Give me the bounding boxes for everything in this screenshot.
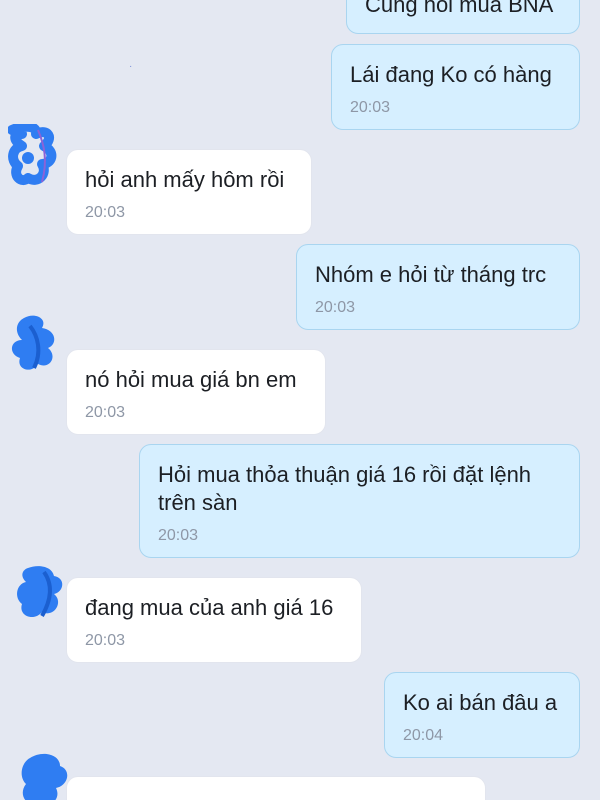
message-timestamp: 20:03: [350, 99, 391, 116]
message-bubble-outgoing[interactable]: Ko ai bán đâu a 20:04: [384, 672, 580, 758]
message-text: hỏi anh mấy hôm rồi: [85, 167, 285, 192]
contact-avatar[interactable]: [8, 124, 64, 186]
message-text: Lái đang Ko có hàng: [350, 62, 552, 87]
message-timestamp: 20:03: [315, 299, 356, 316]
message-timestamp: 20:03: [85, 632, 126, 649]
contact-avatar[interactable]: [14, 562, 70, 624]
message-bubble-incoming[interactable]: hỏi anh mấy hôm rồi 20:03: [66, 149, 312, 235]
stray-mark: ·: [129, 61, 133, 72]
message-timestamp: 20:04: [403, 727, 444, 744]
message-text: Nhóm e hỏi từ tháng trc: [315, 262, 547, 287]
message-text: Ko ai bán đâu a: [403, 690, 558, 715]
redacted-avatar-icon: [8, 124, 57, 185]
message-bubble-outgoing[interactable]: Hỏi mua thỏa thuận giá 16 rồi đặt lệnh t…: [139, 444, 580, 558]
message-text: Hỏi mua thỏa thuận giá 16 rồi đặt lệnh t…: [158, 462, 532, 515]
message-bubble-incoming[interactable]: nó hỏi mua giá bn em 20:03: [66, 349, 326, 435]
redacted-avatar-icon: [17, 566, 63, 618]
message-timestamp: 20:03: [158, 527, 199, 544]
message-text: đang mua của anh giá 16: [85, 595, 334, 620]
message-bubble-incoming[interactable]: đang mua của anh giá 16 20:03: [66, 577, 362, 663]
contact-avatar[interactable]: [8, 312, 64, 374]
message-text: Cũng hỏi mua BNA: [365, 0, 554, 17]
redacted-avatar-icon: [11, 315, 55, 370]
chat-thread[interactable]: Cũng hỏi mua BNA Lái đang Ko có hàng 20:…: [0, 0, 600, 800]
message-text: nó hỏi mua giá bn em: [85, 367, 297, 392]
message-timestamp: 20:03: [85, 204, 126, 221]
message-bubble-outgoing[interactable]: Cũng hỏi mua BNA: [346, 0, 580, 34]
message-bubble-outgoing[interactable]: Lái đang Ko có hàng 20:03: [331, 44, 580, 130]
message-bubble-incoming[interactable]: [66, 776, 486, 800]
message-timestamp: 20:03: [85, 404, 126, 421]
message-bubble-outgoing[interactable]: Nhóm e hỏi từ tháng trc 20:03: [296, 244, 580, 330]
